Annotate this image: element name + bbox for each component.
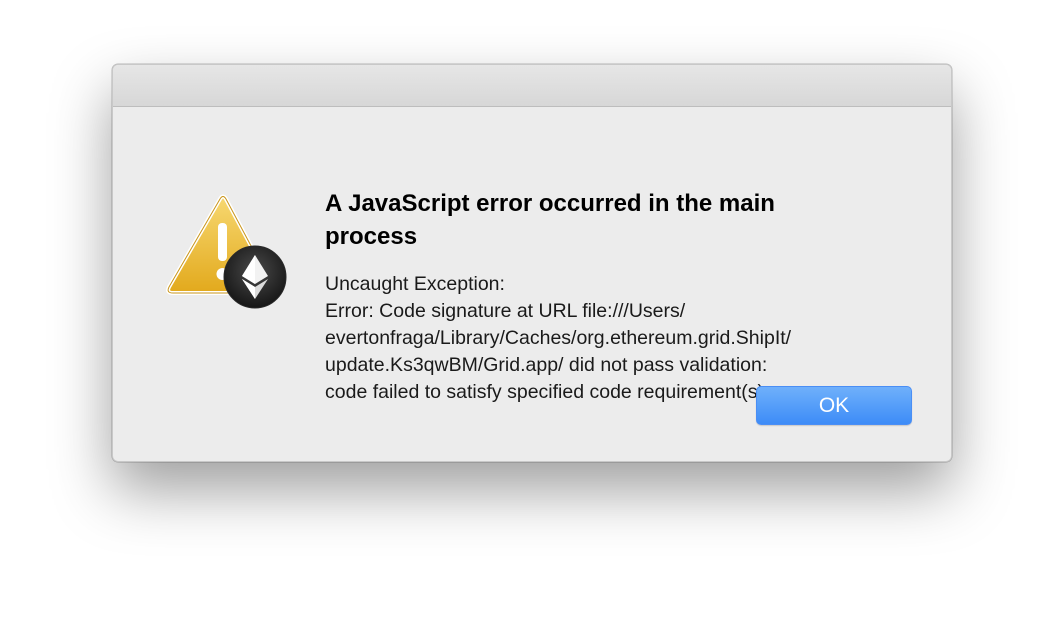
title-bar[interactable] xyxy=(113,65,951,107)
message-line: Uncaught Exception: xyxy=(325,273,505,295)
message-line: evertonfraga/Library/Caches/org.ethereum… xyxy=(325,327,792,349)
ok-button[interactable]: OK xyxy=(756,386,912,425)
screen-background: A JavaScript error occurred in the main … xyxy=(0,0,1064,622)
message-line: Error: Code signature at URL file:///Use… xyxy=(325,300,686,322)
message-line: update.Ks3qwBM/Grid.app/ did not pass va… xyxy=(325,354,768,376)
dialog-content: A JavaScript error occurred in the main … xyxy=(113,107,951,461)
alert-text: A JavaScript error occurred in the main … xyxy=(325,187,925,406)
alert-dialog: A JavaScript error occurred in the main … xyxy=(112,64,952,462)
alert-heading: A JavaScript error occurred in the main … xyxy=(325,190,775,250)
ethereum-icon xyxy=(223,245,287,309)
warning-triangle-icon xyxy=(166,194,287,309)
